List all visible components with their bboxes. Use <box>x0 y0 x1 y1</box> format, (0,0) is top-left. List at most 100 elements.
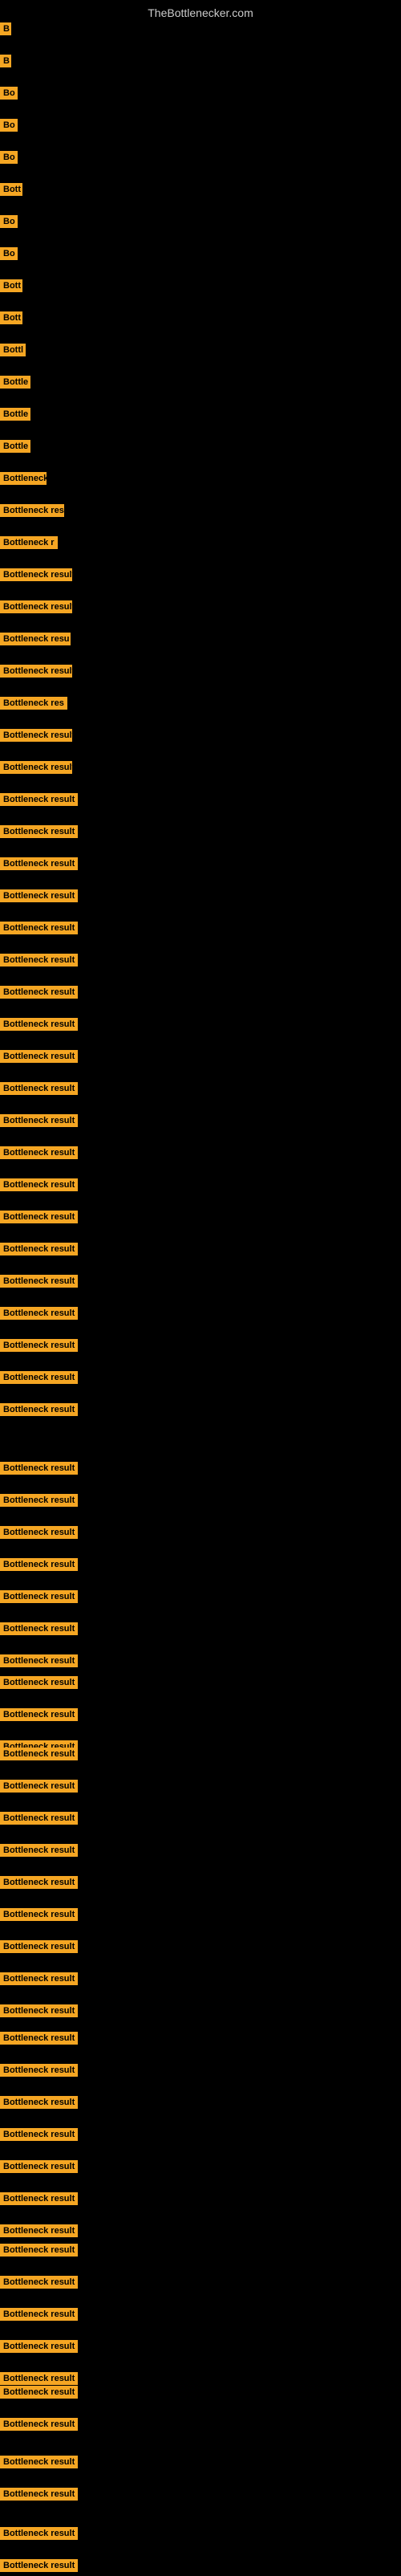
bottleneck-result-badge: Bottleneck resu <box>0 633 71 645</box>
badge-item: Bottleneck result <box>0 1371 78 1388</box>
site-title: TheBottlenecker.com <box>0 0 401 26</box>
bottleneck-result-badge: Bottleneck result <box>0 1526 78 1539</box>
bottleneck-result-badge: Bottleneck result <box>0 954 78 967</box>
badge-item: Bottleneck result <box>0 2128 78 2145</box>
badge-item: Bottleneck result <box>0 1243 78 1260</box>
bottleneck-result-badge: Bo <box>0 247 18 260</box>
badge-item: Bottleneck result <box>0 600 72 617</box>
bottleneck-result-badge: Bott <box>0 183 22 196</box>
bottleneck-result-badge: Bottleneck result <box>0 2096 78 2109</box>
badge-item: Bottleneck result <box>0 1307 78 1324</box>
badge-item: Bottleneck result <box>0 568 72 585</box>
badge-item: Bottleneck result <box>0 2276 78 2293</box>
badge-item: Bottleneck result <box>0 2032 78 2049</box>
badge-item: Bottleneck result <box>0 1654 78 1671</box>
badge-item: Bottleneck result <box>0 2386 78 2403</box>
badge-item: Bottleneck result <box>0 2340 78 2357</box>
bottleneck-result-badge: Bottleneck result <box>0 2340 78 2353</box>
badge-item: Bottleneck result <box>0 2004 78 2021</box>
bottleneck-result-badge: Bottleneck result <box>0 1339 78 1352</box>
bottleneck-result-badge: Bottleneck result <box>0 2488 78 2501</box>
bottleneck-result-badge: Bottleneck result <box>0 1018 78 1031</box>
bottleneck-result-badge: Bottleneck result <box>0 2004 78 2017</box>
badge-item: Bottleneck result <box>0 1178 78 1195</box>
badge-item: Bottleneck result <box>0 2192 78 2209</box>
badge-item: Bottleneck result <box>0 1114 78 1131</box>
bottleneck-result-badge: Bottleneck result <box>0 825 78 838</box>
badge-item: Bottleneck result <box>0 665 72 682</box>
bottleneck-result-badge: Bottleneck result <box>0 857 78 870</box>
bottleneck-result-badge: Bottleneck result <box>0 2192 78 2205</box>
badge-item: Bo <box>0 87 18 104</box>
bottleneck-result-badge: Bottleneck result <box>0 2244 78 2257</box>
bottleneck-result-badge: Bottleneck result <box>0 1654 78 1667</box>
bottleneck-result-badge: Bottleneck result <box>0 761 72 774</box>
badge-item: Bottleneck result <box>0 889 78 906</box>
bottleneck-result-badge: Bottleneck result <box>0 665 72 678</box>
badge-item: Bottleneck result <box>0 1018 78 1035</box>
bottleneck-result-badge: Bottleneck result <box>0 600 72 613</box>
badge-item: Bo <box>0 119 18 136</box>
badge-item: Bottleneck result <box>0 729 72 746</box>
badge-item: Bo <box>0 151 18 168</box>
bottleneck-result-badge: Bottleneck result <box>0 2456 78 2468</box>
badge-item: Bottleneck <box>0 472 47 489</box>
badge-item: Bottleneck result <box>0 2527 78 2544</box>
bottleneck-result-badge: Bottleneck result <box>0 1780 78 1793</box>
bottleneck-result-badge: Bott <box>0 311 22 324</box>
bottleneck-result-badge: Bottleneck result <box>0 1908 78 1921</box>
bottleneck-result-badge: Bottleneck result <box>0 1050 78 1063</box>
badge-item: Bottleneck result <box>0 1708 78 1725</box>
bottleneck-result-badge: Bottleneck result <box>0 1844 78 1857</box>
badge-item: Bottleneck result <box>0 1590 78 1607</box>
badge-item: Bottle <box>0 408 30 425</box>
bottleneck-result-badge: Bottleneck result <box>0 2032 78 2045</box>
bottleneck-result-badge: Bottleneck result <box>0 986 78 999</box>
bottleneck-result-badge: Bottleneck result <box>0 1178 78 1191</box>
bottleneck-result-badge: Bottleneck result <box>0 2064 78 2077</box>
badge-item: Bott <box>0 311 22 328</box>
bottleneck-result-badge: Bottleneck resu <box>0 504 64 517</box>
badge-item: Bottleneck result <box>0 1494 78 1511</box>
bottleneck-result-badge: Bottle <box>0 376 30 389</box>
badge-item: Bott <box>0 279 22 296</box>
badge-item: Bottleneck result <box>0 825 78 842</box>
bottleneck-result-badge: Bottleneck result <box>0 2527 78 2540</box>
badge-item: Bottleneck result <box>0 793 78 810</box>
bottleneck-result-badge: Bo <box>0 87 18 100</box>
badge-item: Bottleneck result <box>0 2224 78 2241</box>
bottleneck-result-badge: Bottleneck result <box>0 889 78 902</box>
badge-item: Bottleneck result <box>0 1339 78 1356</box>
bottleneck-result-badge: Bottleneck result <box>0 1708 78 1721</box>
bottleneck-result-badge: Bottleneck <box>0 472 47 485</box>
bottleneck-result-badge: Bottleneck result <box>0 2160 78 2173</box>
bottleneck-result-badge: Bo <box>0 215 18 228</box>
badge-item: Bottleneck result <box>0 761 72 778</box>
badge-item: Bottleneck result <box>0 2559 78 2576</box>
badge-item: Bottleneck result <box>0 2456 78 2472</box>
badge-item: B <box>0 55 11 71</box>
bottleneck-result-badge: Bottleneck result <box>0 1876 78 1889</box>
bottleneck-result-badge: Bottleneck result <box>0 1748 78 1760</box>
badge-item: Bottleneck result <box>0 1940 78 1957</box>
badge-item: Bottleneck result <box>0 922 78 938</box>
badge-item: Bottleneck result <box>0 1558 78 1575</box>
badge-item: Bottl <box>0 344 26 360</box>
bottleneck-result-badge: Bottleneck result <box>0 1622 78 1635</box>
badge-item: Bo <box>0 215 18 232</box>
bottleneck-result-badge: Bottle <box>0 408 30 421</box>
badge-item: Bottleneck result <box>0 2160 78 2177</box>
badge-item: Bottleneck result <box>0 2418 78 2435</box>
bottleneck-result-badge: Bottleneck result <box>0 1403 78 1416</box>
badge-item: Bo <box>0 247 18 264</box>
bottleneck-result-badge: Bo <box>0 119 18 132</box>
bottleneck-result-badge: Bottleneck result <box>0 1082 78 1095</box>
badge-item: Bottleneck result <box>0 1844 78 1861</box>
bottleneck-result-badge: Bottleneck result <box>0 1114 78 1127</box>
bottleneck-result-badge: Bottleneck result <box>0 1972 78 1985</box>
badge-item: Bottleneck resu <box>0 633 71 649</box>
badge-item: Bottleneck result <box>0 1780 78 1797</box>
bottleneck-result-badge: Bottleneck result <box>0 568 72 581</box>
bottleneck-result-badge: Bottleneck result <box>0 729 72 742</box>
badge-item: Bottleneck result <box>0 1211 78 1227</box>
